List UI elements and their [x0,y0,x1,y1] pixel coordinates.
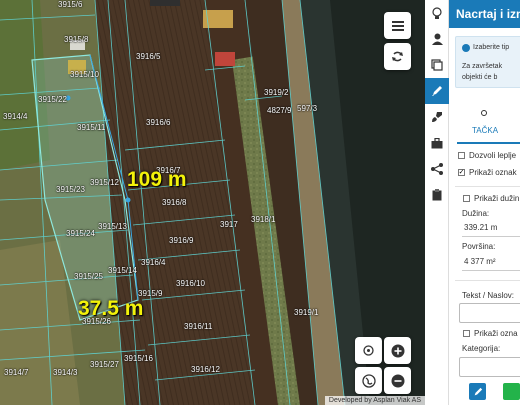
brush-icon [431,111,443,123]
parcel-label: 3919/1 [294,308,319,317]
show-marks-checkbox[interactable] [463,330,470,337]
fill-color-button[interactable] [503,383,520,400]
rail-tools-button[interactable] [425,130,449,156]
show-labels-option[interactable]: ✓ Prikaži oznak [458,168,517,177]
show-lengths-checkbox[interactable] [463,195,470,202]
app: 3915/6 3915/8 3915/10 3915/22 3915/11 3915/23… [0,0,520,405]
lightbulb-icon [432,6,442,20]
parcel-label: 3916/11 [184,322,213,331]
parcel-label: 3916/9 [169,236,194,245]
parcel-label: 3915/6 [58,0,83,9]
length-value: 339.21 m [462,220,520,237]
clipboard-icon [432,189,442,201]
parcel-label: 597/3 [297,104,318,113]
parcel-label: 3915/23 [56,185,85,194]
parcel-label: 3917 [220,220,238,229]
parcel-label: 3915/16 [124,354,153,363]
parcel-label: 3916/6 [146,118,171,127]
person-icon [431,33,443,45]
map-refresh-button[interactable] [384,43,411,70]
zoom-in-button[interactable] [384,337,411,364]
tab-point[interactable]: TAČKA [457,104,520,144]
snap-option[interactable]: Dozvoli leplje [458,151,516,160]
map-attribution[interactable]: Developed by Asplan Viak AS [324,396,425,405]
rail-style-button[interactable] [425,104,449,130]
tab-point-label: TAČKA [472,126,499,135]
map-view[interactable]: 3915/6 3915/8 3915/10 3915/22 3915/11 3915/23… [0,0,425,405]
info-line-2: Za završetak [462,63,503,70]
parcel-label: 3919/2 [264,88,289,97]
parcel-label: 3915/25 [74,272,103,281]
point-icon [481,110,487,116]
rail-draw-button[interactable] [425,78,449,104]
text-title-label: Tekst / Naslov: [462,291,515,300]
refresh-icon [391,50,404,63]
parcel-label: 3915/12 [90,178,119,187]
show-lengths-label: Prikaži dužin [474,194,520,203]
rail-user-button[interactable] [425,26,449,52]
parcel-label: 3915/10 [70,70,99,79]
parcel-label: 3914/4 [3,112,28,121]
area-label: Površina: [462,242,496,251]
snap-checkbox[interactable] [458,152,465,159]
show-marks-option[interactable]: Prikaži ozna [463,329,518,338]
parcel-label: 3918/1 [251,215,276,224]
base-layer-button[interactable] [355,367,382,394]
rail-share-button[interactable] [425,156,449,182]
parcel-label: 3915/27 [90,360,119,369]
map-menu-button[interactable] [384,12,411,39]
parcel-label: 3916/12 [191,365,220,374]
text-title-input[interactable] [459,303,520,323]
crosshair-icon [362,344,375,357]
show-marks-label: Prikaži ozna [474,329,518,338]
info-box: Izaberite tip Za završetak objekti će b [455,36,520,88]
parcel-label: 3915/24 [66,229,95,238]
share-icon [431,163,443,175]
snap-label: Dozvoli leplje [469,151,517,160]
layers-icon [431,59,443,71]
info-icon [462,44,470,52]
info-line-3: objekti će b [462,74,498,81]
parcel-label: 4827/9 [267,106,292,115]
parcel-label: 3915/11 [77,123,106,132]
briefcase-icon [431,137,443,149]
parcel-label: 3915/8 [64,35,89,44]
rail-info-button[interactable] [425,0,449,26]
parcel-label: 3915/14 [108,266,137,275]
info-line-1: Izaberite tip [473,44,510,51]
measure-length-label: 109 m [127,168,187,191]
minus-icon [391,374,405,388]
zoom-out-button[interactable] [384,367,411,394]
parcel-label: 3916/5 [136,52,161,61]
globe-icon [361,373,376,388]
show-labels-label: Prikaži oznak [469,168,517,177]
parcel-label: 3915/13 [98,222,127,231]
parcel-label: 3916/10 [176,279,205,288]
tool-rail [425,0,449,405]
divider [455,280,520,281]
show-labels-checkbox[interactable]: ✓ [458,169,465,176]
area-value: 4 377 m² [462,254,520,271]
length-label: Dužina: [462,209,490,218]
parcel-label: 3914/7 [4,368,29,377]
parcel-label: 3916/4 [141,258,166,267]
draw-color-button[interactable] [469,383,486,400]
parcel-label: 3914/3 [53,368,78,377]
panel-title: Nacrtaj i izme [449,0,520,28]
parcel-label: 3915/22 [38,95,67,104]
category-label: Kategorija: [462,344,501,353]
pencil-icon [469,383,486,400]
parcel-label: 3916/8 [162,198,187,207]
rail-layers-button[interactable] [425,52,449,78]
measure-width-label: 37.5 m [78,297,144,320]
pencil-icon [431,85,443,97]
show-lengths-option[interactable]: Prikaži dužin [463,194,519,203]
locate-button[interactable] [355,337,382,364]
category-select[interactable] [459,357,520,377]
draw-measure-panel: Nacrtaj i izme Izaberite tip Za završeta… [449,0,520,405]
plus-icon [391,344,405,358]
rail-clipboard-button[interactable] [425,182,449,208]
divider [455,186,520,187]
hamburger-icon [391,20,404,31]
